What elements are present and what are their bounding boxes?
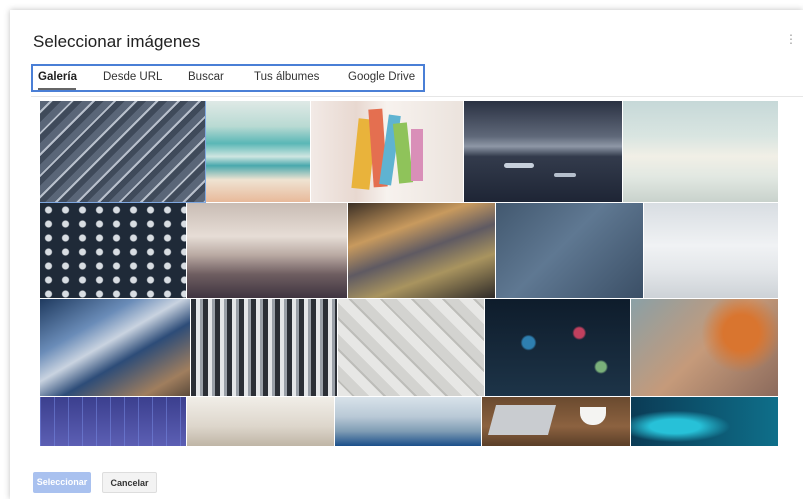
tab-tus-albumes[interactable]: Tus álbumes bbox=[254, 71, 319, 83]
gallery-image-2[interactable] bbox=[206, 101, 310, 202]
gallery-image-12[interactable] bbox=[191, 299, 337, 396]
tab-bar: Galería Desde URL Buscar Tus álbumes Goo… bbox=[31, 64, 425, 92]
gallery-image-17[interactable] bbox=[187, 397, 334, 446]
tab-buscar[interactable]: Buscar bbox=[188, 71, 224, 83]
gallery-image-16[interactable] bbox=[40, 397, 186, 446]
gallery-image-20[interactable] bbox=[631, 397, 778, 446]
tab-divider bbox=[31, 96, 803, 97]
gallery-image-7[interactable] bbox=[187, 203, 347, 298]
gallery-image-13[interactable] bbox=[338, 299, 484, 396]
gallery-image-3[interactable] bbox=[311, 101, 463, 202]
gallery-image-10[interactable] bbox=[644, 203, 778, 298]
gallery-image-15[interactable] bbox=[631, 299, 778, 396]
cancel-button[interactable]: Cancelar bbox=[102, 472, 157, 493]
image-gallery-grid bbox=[40, 101, 778, 446]
gallery-image-19[interactable] bbox=[482, 397, 630, 446]
tab-google-drive[interactable]: Google Drive bbox=[348, 71, 415, 83]
gallery-image-11[interactable] bbox=[40, 299, 190, 396]
gallery-image-18[interactable] bbox=[335, 397, 481, 446]
tab-galeria[interactable]: Galería bbox=[38, 71, 77, 83]
gallery-image-4[interactable] bbox=[464, 101, 622, 202]
active-tab-indicator bbox=[38, 88, 76, 90]
gallery-image-1[interactable] bbox=[40, 101, 206, 203]
image-picker-dialog: Seleccionar imágenes ⋮ Galería Desde URL… bbox=[10, 10, 803, 499]
gallery-image-8[interactable] bbox=[348, 203, 495, 298]
more-options-icon[interactable]: ⋮ bbox=[785, 32, 797, 46]
gallery-image-6[interactable] bbox=[40, 203, 186, 298]
select-button[interactable]: Seleccionar bbox=[33, 472, 91, 493]
dialog-title: Seleccionar imágenes bbox=[33, 32, 201, 51]
gallery-image-9[interactable] bbox=[496, 203, 643, 298]
gallery-image-5[interactable] bbox=[623, 101, 778, 202]
tab-desde-url[interactable]: Desde URL bbox=[103, 71, 162, 83]
gallery-image-14[interactable] bbox=[485, 299, 630, 396]
